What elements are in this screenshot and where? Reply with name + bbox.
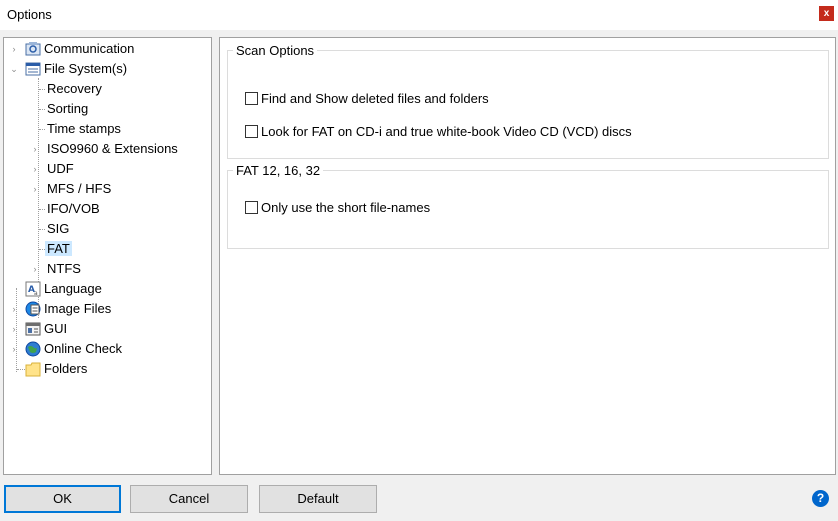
- tree-item-ntfs[interactable]: NTFS: [45, 259, 83, 278]
- language-icon: A a: [25, 281, 41, 297]
- expand-chevron-icon[interactable]: ›: [30, 164, 40, 174]
- checkbox[interactable]: [245, 201, 258, 214]
- tree-item-udf[interactable]: UDF: [45, 159, 76, 178]
- expand-chevron-icon[interactable]: ›: [30, 184, 40, 194]
- tree-item-gui[interactable]: GUI: [42, 319, 69, 338]
- folder-icon: [25, 362, 41, 377]
- expand-chevron-icon[interactable]: ›: [9, 344, 19, 354]
- settings-panel: Scan Options Find and Show deleted files…: [219, 37, 836, 475]
- ok-button[interactable]: OK: [4, 485, 121, 513]
- scan-options-group: Scan Options Find and Show deleted files…: [227, 42, 829, 159]
- svg-text:a: a: [34, 290, 38, 297]
- expand-chevron-icon[interactable]: ›: [30, 264, 40, 274]
- title-bar: Options x: [0, 0, 838, 30]
- expand-chevron-icon[interactable]: ›: [9, 324, 19, 334]
- group-title: Scan Options: [233, 42, 318, 59]
- filesystem-icon: [25, 62, 41, 76]
- checkbox-label: Look for FAT on CD-i and true white-book…: [261, 124, 632, 139]
- checkbox[interactable]: [245, 125, 258, 138]
- tree-connector-line: [17, 369, 25, 370]
- tree-item-fat[interactable]: FAT: [45, 239, 72, 258]
- tree-item-mfs-hfs[interactable]: MFS / HFS: [45, 179, 113, 198]
- group-title: FAT 12, 16, 32: [233, 162, 324, 179]
- default-button[interactable]: Default: [259, 485, 377, 513]
- tree-item-recovery[interactable]: Recovery: [45, 79, 104, 98]
- tree-item-image-files[interactable]: Image Files: [42, 299, 113, 318]
- tree-item-iso9960[interactable]: ISO9960 & Extensions: [45, 139, 180, 158]
- fat-options-group: FAT 12, 16, 32 Only use the short file-n…: [227, 162, 829, 249]
- communication-icon: [25, 42, 41, 56]
- collapse-chevron-icon[interactable]: ⌄: [9, 64, 19, 74]
- tree-item-online-check[interactable]: Online Check: [42, 339, 124, 358]
- cancel-button[interactable]: Cancel: [130, 485, 248, 513]
- tree-item-time-stamps[interactable]: Time stamps: [45, 119, 123, 138]
- tree-item-file-systems[interactable]: File System(s): [42, 59, 129, 78]
- tree-item-ifo-vob[interactable]: IFO/VOB: [45, 199, 102, 218]
- tree-item-communication[interactable]: Communication: [42, 39, 136, 58]
- checkbox-label: Only use the short file-names: [261, 200, 431, 215]
- image-files-icon: [25, 301, 41, 317]
- close-button[interactable]: x: [819, 6, 834, 21]
- checkbox[interactable]: [245, 92, 258, 105]
- gui-icon: [25, 322, 41, 336]
- globe-icon: [25, 341, 41, 357]
- tree-item-folders[interactable]: Folders: [42, 359, 89, 378]
- expand-chevron-icon[interactable]: ›: [9, 44, 19, 54]
- options-tree[interactable]: › Communication ⌄ File System(s) Recover…: [3, 37, 212, 475]
- window-title: Options: [7, 7, 52, 22]
- tree-item-language[interactable]: Language: [42, 279, 104, 298]
- tree-item-sorting[interactable]: Sorting: [45, 99, 90, 118]
- expand-chevron-icon[interactable]: ›: [9, 304, 19, 314]
- help-icon[interactable]: ?: [812, 490, 829, 507]
- checkbox-label: Find and Show deleted files and folders: [261, 91, 489, 106]
- expand-chevron-icon[interactable]: ›: [30, 144, 40, 154]
- tree-item-sig[interactable]: SIG: [45, 219, 71, 238]
